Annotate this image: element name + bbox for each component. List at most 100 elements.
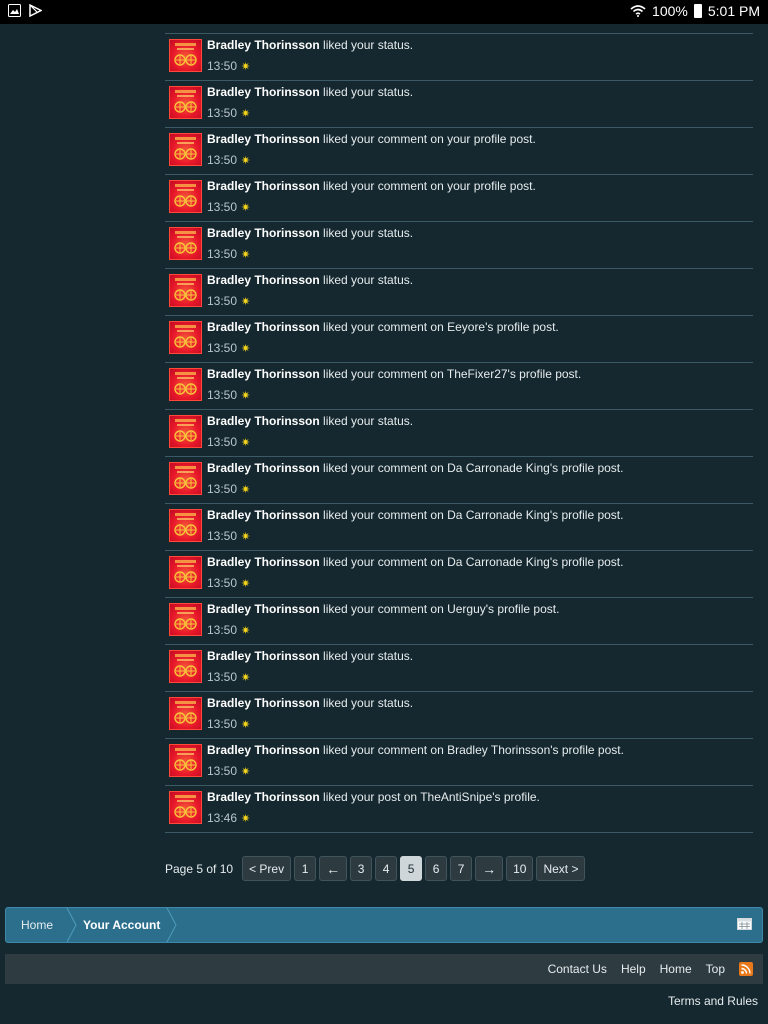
page-5-button[interactable]: 5 xyxy=(400,856,423,881)
avatar[interactable] xyxy=(169,462,202,495)
alert-action[interactable]: liked your comment on Da Carronade King'… xyxy=(323,508,623,522)
alert-username[interactable]: Bradley Thorinsson xyxy=(207,414,320,428)
alert-action[interactable]: liked your status. xyxy=(323,649,413,663)
avatar[interactable] xyxy=(169,86,202,119)
avatar[interactable] xyxy=(169,368,202,401)
alert-text: Bradley Thorinsson liked your comment on… xyxy=(207,367,581,381)
avatar[interactable] xyxy=(169,556,202,589)
alert-username[interactable]: Bradley Thorinsson xyxy=(207,555,320,569)
alert-username[interactable]: Bradley Thorinsson xyxy=(207,273,320,287)
page-4-button[interactable]: 4 xyxy=(375,856,398,881)
alert-item[interactable]: Bradley Thorinsson liked your status. 13:… xyxy=(165,81,753,128)
alert-username[interactable]: Bradley Thorinsson xyxy=(207,367,320,381)
alert-action[interactable]: liked your post on TheAntiSnipe's profil… xyxy=(323,790,540,804)
jump-menu-icon[interactable] xyxy=(737,918,752,930)
alert-item[interactable]: Bradley Thorinsson liked your status. 13:… xyxy=(165,692,753,739)
alert-meta: 13:50 ✷ xyxy=(207,576,250,590)
alert-item[interactable]: Bradley Thorinsson liked your comment on… xyxy=(165,128,753,175)
page-jump-back-button[interactable]: ← xyxy=(319,856,348,881)
avatar[interactable] xyxy=(169,697,202,730)
avatar[interactable] xyxy=(169,274,202,307)
avatar[interactable] xyxy=(169,133,202,166)
alert-action[interactable]: liked your status. xyxy=(323,85,413,99)
alert-username[interactable]: Bradley Thorinsson xyxy=(207,226,320,240)
alert-time: 13:50 xyxy=(207,529,238,543)
alert-item[interactable]: Bradley Thorinsson liked your status. 13:… xyxy=(165,269,753,316)
alert-item[interactable]: Bradley Thorinsson liked your status. 13:… xyxy=(165,410,753,457)
alert-text: Bradley Thorinsson liked your status. xyxy=(207,273,413,287)
alert-item[interactable]: Bradley Thorinsson liked your comment on… xyxy=(165,739,753,786)
avatar[interactable] xyxy=(169,509,202,542)
avatar[interactable] xyxy=(169,321,202,354)
alert-username[interactable]: Bradley Thorinsson xyxy=(207,320,320,334)
alert-text: Bradley Thorinsson liked your status. xyxy=(207,649,413,663)
alert-username[interactable]: Bradley Thorinsson xyxy=(207,85,320,99)
alert-text: Bradley Thorinsson liked your status. xyxy=(207,226,413,240)
alert-item[interactable]: Bradley Thorinsson liked your comment on… xyxy=(165,504,753,551)
alert-username[interactable]: Bradley Thorinsson xyxy=(207,743,320,757)
alert-action[interactable]: liked your comment on Uerguy's profile p… xyxy=(323,602,559,616)
alert-action[interactable]: liked your status. xyxy=(323,414,413,428)
alert-username[interactable]: Bradley Thorinsson xyxy=(207,602,320,616)
alert-action[interactable]: liked your comment on your profile post. xyxy=(323,179,536,193)
alert-username[interactable]: Bradley Thorinsson xyxy=(207,508,320,522)
next-page-button[interactable]: Next > xyxy=(536,856,586,881)
avatar[interactable] xyxy=(169,791,202,824)
alert-item[interactable]: Bradley Thorinsson liked your status. 13:… xyxy=(165,222,753,269)
alert-text: Bradley Thorinsson liked your status. xyxy=(207,38,413,52)
alert-action[interactable]: liked your status. xyxy=(323,226,413,240)
alert-item[interactable]: Bradley Thorinsson liked your post on Th… xyxy=(165,786,753,833)
alert-item[interactable]: Bradley Thorinsson liked your comment on… xyxy=(165,598,753,645)
alert-item[interactable]: Bradley Thorinsson liked your comment on… xyxy=(165,551,753,598)
terms-link[interactable]: Terms and Rules xyxy=(668,994,758,1008)
alert-username[interactable]: Bradley Thorinsson xyxy=(207,461,320,475)
alert-item[interactable]: Bradley Thorinsson liked your comment on… xyxy=(165,175,753,222)
alert-username[interactable]: Bradley Thorinsson xyxy=(207,132,320,146)
alert-action[interactable]: liked your comment on Da Carronade King'… xyxy=(323,555,623,569)
alert-text: Bradley Thorinsson liked your comment on… xyxy=(207,320,559,334)
rss-icon[interactable] xyxy=(739,962,753,976)
alert-username[interactable]: Bradley Thorinsson xyxy=(207,790,320,804)
alert-action[interactable]: liked your comment on Bradley Thorinsson… xyxy=(323,743,624,757)
alert-username[interactable]: Bradley Thorinsson xyxy=(207,38,320,52)
footer-link-home[interactable]: Home xyxy=(660,962,692,976)
footer-link-top[interactable]: Top xyxy=(706,962,725,976)
page-1-button[interactable]: 1 xyxy=(294,856,317,881)
alert-item[interactable]: Bradley Thorinsson liked your status. 13:… xyxy=(165,645,753,692)
alert-username[interactable]: Bradley Thorinsson xyxy=(207,696,320,710)
new-star-icon: ✷ xyxy=(241,624,251,637)
avatar[interactable] xyxy=(169,39,202,72)
avatar[interactable] xyxy=(169,180,202,213)
avatar[interactable] xyxy=(169,227,202,260)
page-jump-forward-button[interactable]: → xyxy=(475,856,504,881)
page-7-button[interactable]: 7 xyxy=(450,856,473,881)
alert-item[interactable]: Bradley Thorinsson liked your comment on… xyxy=(165,363,753,410)
alert-item[interactable]: Bradley Thorinsson liked your comment on… xyxy=(165,316,753,363)
alert-action[interactable]: liked your comment on TheFixer27's profi… xyxy=(323,367,581,381)
alert-username[interactable]: Bradley Thorinsson xyxy=(207,179,320,193)
new-star-icon: ✷ xyxy=(241,671,251,684)
page-6-button[interactable]: 6 xyxy=(425,856,448,881)
avatar[interactable] xyxy=(169,650,202,683)
avatar[interactable] xyxy=(169,603,202,636)
breadcrumb-your-account[interactable]: Your Account xyxy=(83,908,160,942)
footer-link-help[interactable]: Help xyxy=(621,962,646,976)
alert-action[interactable]: liked your comment on Eeyore's profile p… xyxy=(323,320,559,334)
alert-action[interactable]: liked your status. xyxy=(323,696,413,710)
alert-action[interactable]: liked your comment on your profile post. xyxy=(323,132,536,146)
alert-action[interactable]: liked your status. xyxy=(323,273,413,287)
new-star-icon: ✷ xyxy=(241,342,251,355)
page-3-button[interactable]: 3 xyxy=(350,856,373,881)
page-10-button[interactable]: 10 xyxy=(506,856,534,881)
avatar[interactable] xyxy=(169,415,202,448)
alert-action[interactable]: liked your status. xyxy=(323,38,413,52)
alert-item[interactable]: Bradley Thorinsson liked your status. 13:… xyxy=(165,34,753,81)
prev-page-button[interactable]: < Prev xyxy=(242,856,292,881)
footer-link-contact-us[interactable]: Contact Us xyxy=(548,962,607,976)
alert-action[interactable]: liked your comment on Da Carronade King'… xyxy=(323,461,623,475)
avatar[interactable] xyxy=(169,744,202,777)
alert-time: 13:50 xyxy=(207,247,238,261)
alert-username[interactable]: Bradley Thorinsson xyxy=(207,649,320,663)
alert-item[interactable]: Bradley Thorinsson liked your comment on… xyxy=(165,457,753,504)
breadcrumb-home[interactable]: Home xyxy=(21,908,53,942)
